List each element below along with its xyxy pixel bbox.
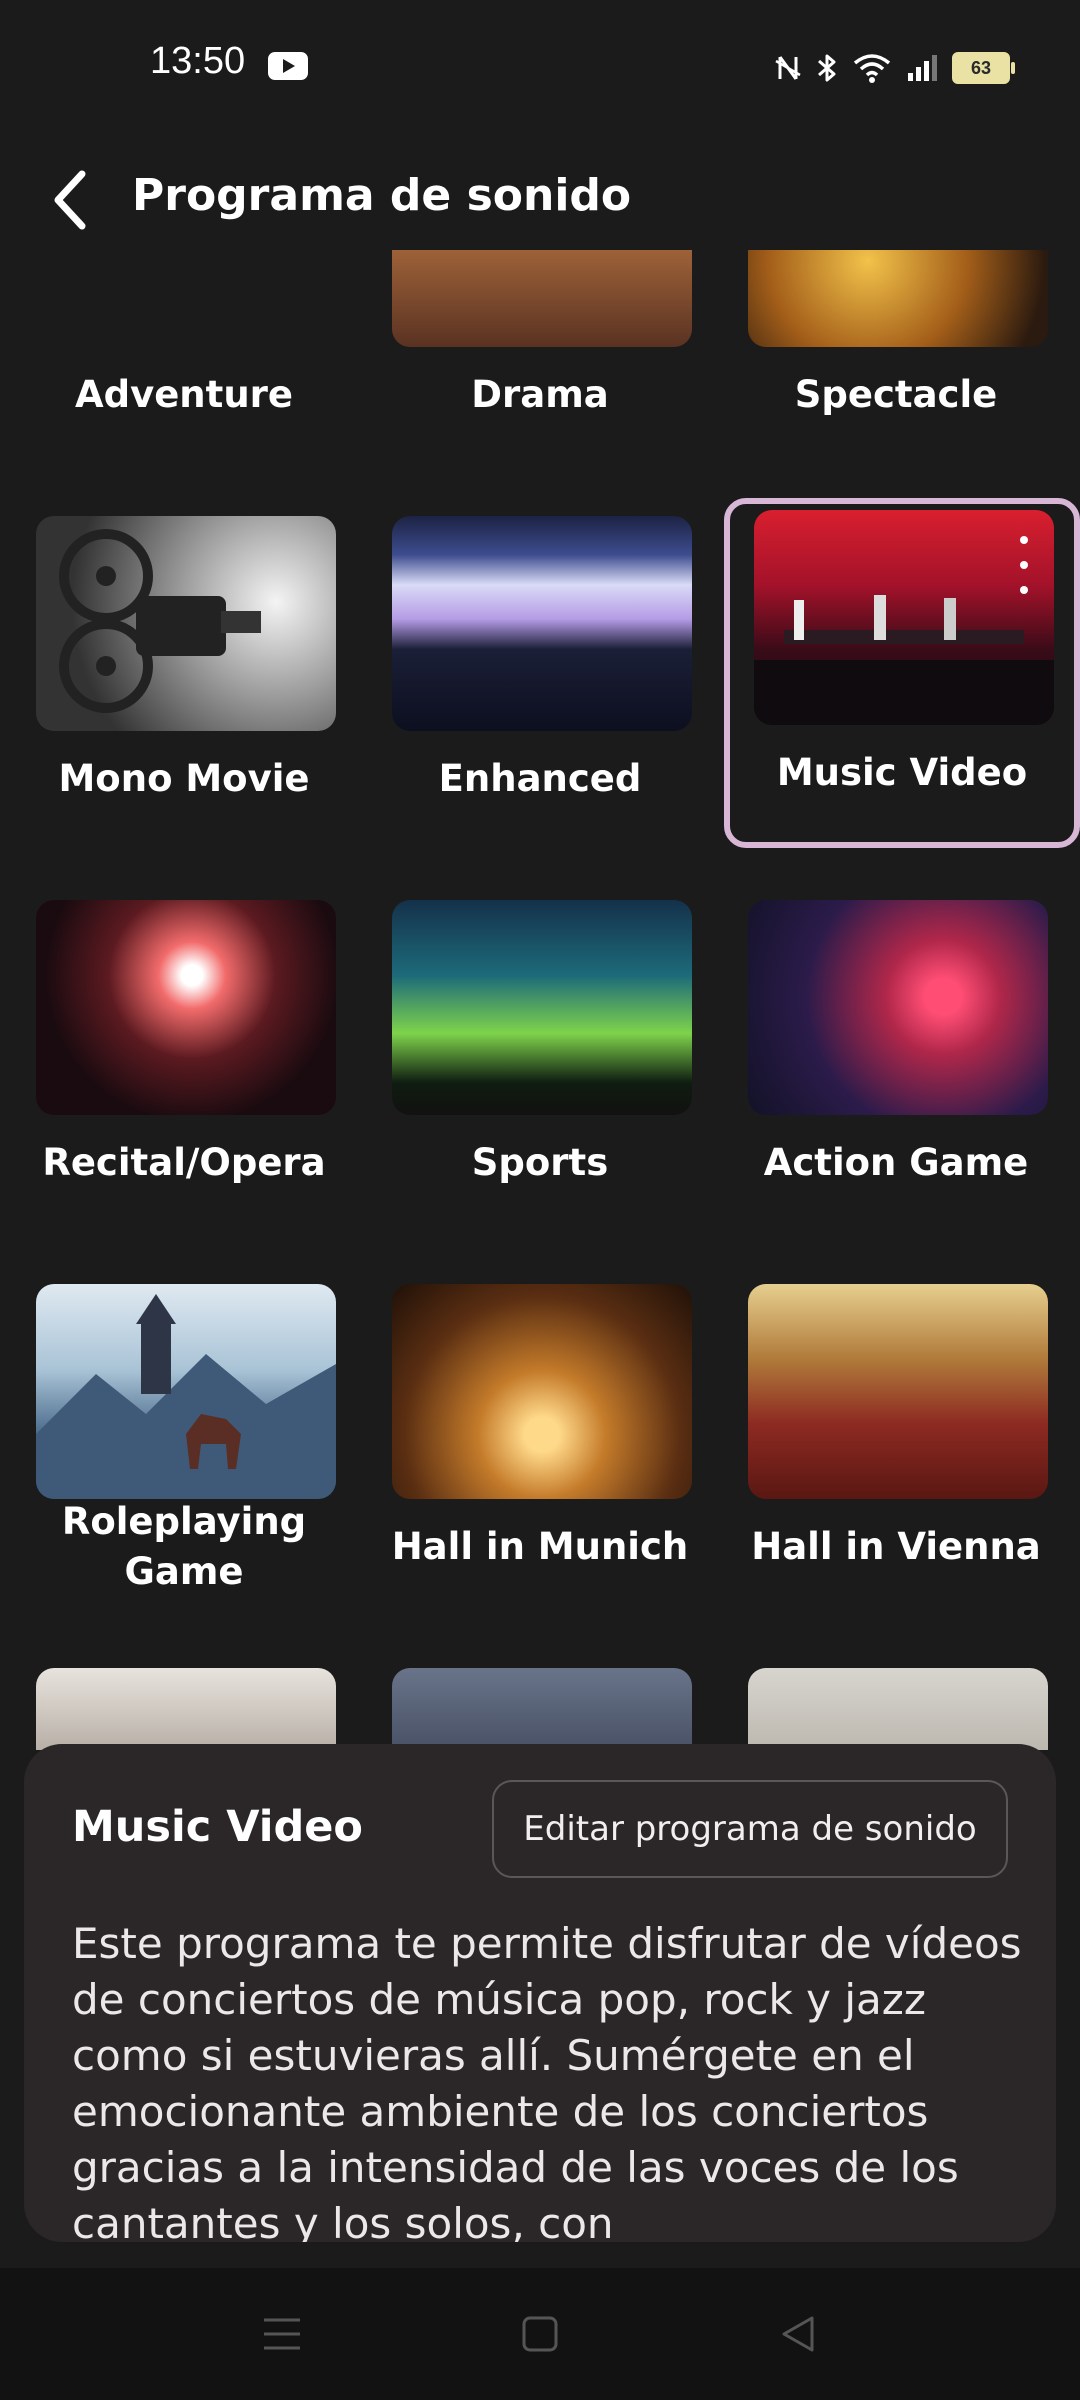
- wifi-icon: [852, 52, 892, 84]
- program-tile-sports[interactable]: Sports: [362, 888, 718, 1238]
- program-tile[interactable]: [362, 1656, 718, 1750]
- home-icon: [522, 2316, 558, 2352]
- program-thumbnail: [392, 900, 692, 1115]
- program-tile-mono-movie[interactable]: Mono Movie: [6, 504, 362, 854]
- program-tile[interactable]: [718, 1656, 1074, 1750]
- nav-back-button[interactable]: [774, 2310, 822, 2358]
- program-label: Adventure: [74, 373, 294, 416]
- status-bar: 13:50 63: [0, 0, 1080, 140]
- program-thumbnail: [36, 1284, 336, 1499]
- program-tile-recital-opera[interactable]: Recital/Opera: [6, 888, 362, 1238]
- program-label: Spectacle: [794, 373, 998, 416]
- program-tile-action-game[interactable]: Action Game: [718, 888, 1074, 1238]
- film-projector-icon: [59, 529, 261, 713]
- detail-description: Este programa te permite disfrutar de ví…: [72, 1919, 1022, 2242]
- program-label: Sports: [471, 1141, 609, 1184]
- program-tile-hall-in-munich[interactable]: Hall in Munich: [362, 1272, 718, 1622]
- chevron-left-icon: [54, 170, 86, 230]
- back-button[interactable]: [30, 150, 110, 250]
- navigation-bar: [0, 2268, 1080, 2400]
- program-grid[interactable]: Adventure Drama Spectacle Mono Movie Enh…: [0, 250, 1080, 1750]
- youtube-icon: [268, 52, 308, 80]
- detail-title: Music Video: [72, 1802, 363, 1852]
- program-thumbnail: [392, 1668, 692, 1750]
- status-time: 13:50: [150, 40, 246, 82]
- home-button[interactable]: [516, 2310, 564, 2358]
- signal-icon: [906, 53, 938, 83]
- program-thumbnail: [36, 1668, 336, 1750]
- program-detail-sheet: Music Video Editar programa de sonido Es…: [24, 1744, 1056, 2242]
- program-label: Hall in Munich: [391, 1525, 689, 1568]
- header: Programa de sonido: [0, 140, 1080, 260]
- castle-scene: [36, 1294, 336, 1499]
- nfc-icon: [774, 53, 802, 83]
- edit-sound-program-button[interactable]: Editar programa de sonido: [492, 1780, 1008, 1878]
- program-thumbnail: [748, 250, 1048, 347]
- program-tile-drama[interactable]: Drama: [362, 250, 718, 470]
- program-thumbnail: [392, 250, 692, 347]
- program-thumbnail: [36, 516, 336, 731]
- program-tile-enhanced[interactable]: Enhanced: [362, 504, 718, 854]
- program-tile-spectacle[interactable]: Spectacle: [718, 250, 1074, 470]
- program-tile-hall-in-vienna[interactable]: Hall in Vienna: [718, 1272, 1074, 1622]
- program-label: Hall in Vienna: [751, 1525, 1041, 1568]
- program-label: Action Game: [763, 1141, 1029, 1184]
- menu-button[interactable]: [258, 2310, 306, 2358]
- program-tile[interactable]: [6, 1656, 362, 1750]
- program-tile-music-video[interactable]: Music Video: [724, 498, 1080, 848]
- program-thumbnail: [754, 510, 1054, 725]
- program-label: Recital/Opera: [42, 1141, 326, 1184]
- program-tile-adventure[interactable]: Adventure: [6, 250, 362, 470]
- program-label: Roleplaying Game: [61, 1500, 307, 1593]
- status-icons: 63: [774, 44, 1015, 92]
- program-thumbnail: [748, 1284, 1048, 1499]
- page-title: Programa de sonido: [132, 170, 632, 221]
- program-label: Drama: [471, 373, 609, 416]
- program-thumbnail: [748, 1668, 1048, 1750]
- program-label: Music Video: [776, 751, 1028, 794]
- program-label: Enhanced: [438, 757, 642, 800]
- bluetooth-icon: [816, 52, 838, 84]
- battery-icon: 63: [952, 52, 1015, 84]
- back-icon: [782, 2316, 814, 2352]
- concert-scene: [754, 536, 1054, 725]
- program-thumbnail: [392, 1284, 692, 1499]
- program-thumbnail: [36, 250, 336, 347]
- menu-icon: [264, 2318, 300, 2350]
- program-tile-roleplaying-game[interactable]: Roleplaying Game: [6, 1272, 362, 1622]
- program-label: Mono Movie: [58, 757, 310, 800]
- program-thumbnail: [748, 900, 1048, 1115]
- program-thumbnail: [36, 900, 336, 1115]
- program-thumbnail: [392, 516, 692, 731]
